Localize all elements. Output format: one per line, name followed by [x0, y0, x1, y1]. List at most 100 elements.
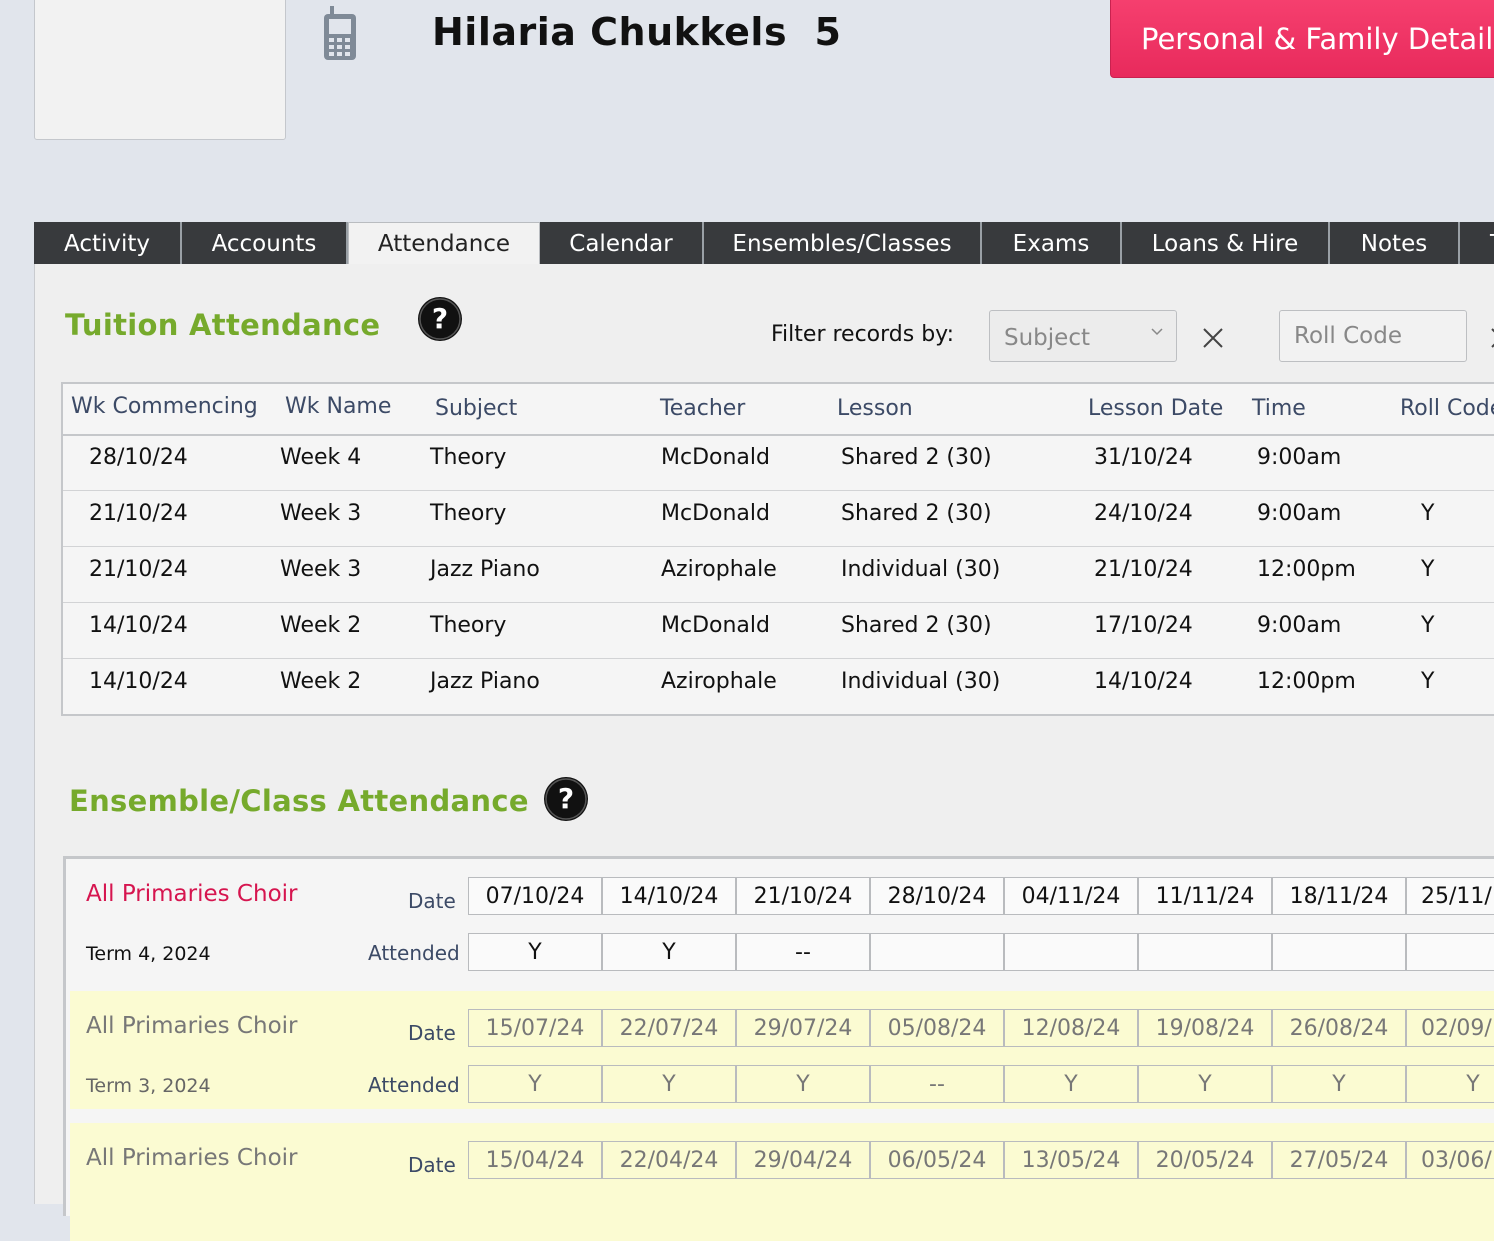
cell-time: 9:00am: [1257, 445, 1342, 470]
cell-time: 12:00pm: [1257, 669, 1356, 694]
attended-cell: Y: [468, 1065, 602, 1103]
date-cell: 05/08/24: [870, 1009, 1004, 1047]
date-cell: 02/09/: [1406, 1009, 1494, 1047]
ensemble-record[interactable]: All Primaries Choir Date 15/04/24 22/04/…: [70, 1123, 1494, 1241]
date-cell: 18/11/24: [1272, 877, 1406, 915]
date-cell: 13/05/24: [1004, 1141, 1138, 1179]
tab-notes[interactable]: Notes: [1330, 222, 1460, 264]
personal-family-details-button[interactable]: Personal & Family Details: [1110, 0, 1494, 78]
clear-roll-code-filter-icon[interactable]: [1489, 326, 1494, 350]
cell-lesson: Shared 2 (30): [841, 613, 992, 638]
ensemble-attendance-title: Ensemble/Class Attendance: [69, 784, 529, 818]
table-row[interactable]: 14/10/24 Week 2 Jazz Piano Azirophale In…: [63, 658, 1494, 714]
attended-cell: Y: [1406, 1065, 1494, 1103]
table-row[interactable]: 21/10/24 Week 3 Jazz Piano Azirophale In…: [63, 546, 1494, 603]
column-header-time[interactable]: Time: [1252, 396, 1306, 421]
date-cell: 26/08/24: [1272, 1009, 1406, 1047]
date-cell: 07/10/24: [468, 877, 602, 915]
cell-lesson-date: 31/10/24: [1094, 445, 1193, 470]
ensemble-name[interactable]: All Primaries Choir: [86, 881, 297, 907]
ensemble-record[interactable]: All Primaries Choir Term 4, 2024 Date At…: [70, 859, 1494, 977]
date-cell: 27/05/24: [1272, 1141, 1406, 1179]
cell-roll-code: Y: [1421, 613, 1435, 638]
attended-cell: [1004, 933, 1138, 971]
ensemble-attendance-list: All Primaries Choir Term 4, 2024 Date At…: [63, 856, 1494, 1241]
tuition-attendance-table: Wk Commencing Wk Name Subject Teacher Le…: [61, 382, 1494, 716]
column-header-wk-name[interactable]: Wk Name: [285, 394, 391, 419]
clear-subject-filter-icon[interactable]: [1201, 326, 1225, 350]
attended-cell: [1138, 933, 1272, 971]
cell-wk-commencing: 21/10/24: [89, 557, 188, 582]
cell-subject: Theory: [430, 613, 507, 638]
ensemble-name[interactable]: All Primaries Choir: [86, 1145, 297, 1171]
mobile-phone-icon: [324, 6, 356, 60]
roll-code-filter-input[interactable]: [1279, 310, 1467, 362]
tab-truncated[interactable]: T: [1460, 222, 1494, 264]
tab-attendance[interactable]: Attendance: [348, 222, 540, 266]
date-cell: 12/08/24: [1004, 1009, 1138, 1047]
date-cell: 22/04/24: [602, 1141, 736, 1179]
ensemble-term: Term 4, 2024: [86, 943, 211, 965]
date-cell: 15/04/24: [468, 1141, 602, 1179]
date-cell: 04/11/24: [1004, 877, 1138, 915]
cell-wk-commencing: 14/10/24: [89, 669, 188, 694]
cell-lesson-date: 17/10/24: [1094, 613, 1193, 638]
tab-activity[interactable]: Activity: [34, 222, 182, 264]
cell-lesson-date: 21/10/24: [1094, 557, 1193, 582]
table-row[interactable]: 14/10/24 Week 2 Theory McDonald Shared 2…: [63, 602, 1494, 659]
attended-cell: --: [870, 1065, 1004, 1103]
ensemble-record[interactable]: All Primaries Choir Term 3, 2024 Date At…: [70, 991, 1494, 1109]
help-icon[interactable]: ?: [417, 296, 463, 342]
cell-lesson-date: 24/10/24: [1094, 501, 1193, 526]
cell-subject: Theory: [430, 501, 507, 526]
table-row[interactable]: 21/10/24 Week 3 Theory McDonald Shared 2…: [63, 490, 1494, 547]
date-cell: 29/04/24: [736, 1141, 870, 1179]
tab-bar: Activity Accounts Attendance Calendar En…: [34, 222, 1494, 266]
attendance-panel: Tuition Attendance ? Filter records by: …: [34, 264, 1494, 1241]
cell-time: 9:00am: [1257, 501, 1342, 526]
attended-cell: Y: [1004, 1065, 1138, 1103]
date-row-label: Date: [408, 1153, 456, 1177]
tab-ensembles-classes[interactable]: Ensembles/Classes: [704, 222, 982, 264]
cell-wk-name: Week 2: [280, 613, 362, 638]
cell-teacher: McDonald: [661, 501, 770, 526]
cell-teacher: McDonald: [661, 445, 770, 470]
date-cell: 03/06/: [1406, 1141, 1494, 1179]
date-cell: 20/05/24: [1138, 1141, 1272, 1179]
tab-accounts[interactable]: Accounts: [182, 222, 348, 264]
date-cell: 11/11/24: [1138, 877, 1272, 915]
attended-cell: Y: [1272, 1065, 1406, 1103]
cell-lesson: Individual (30): [841, 557, 1001, 582]
column-header-teacher[interactable]: Teacher: [660, 396, 745, 421]
attended-cell: Y: [468, 933, 602, 971]
subject-filter-select[interactable]: Subject: [989, 310, 1177, 362]
cell-lesson: Shared 2 (30): [841, 501, 992, 526]
svg-text:?: ?: [558, 782, 574, 815]
column-header-subject[interactable]: Subject: [435, 396, 517, 421]
tuition-attendance-title: Tuition Attendance: [65, 308, 381, 342]
cell-roll-code: Y: [1421, 669, 1435, 694]
column-header-lesson-date[interactable]: Lesson Date: [1088, 396, 1223, 421]
date-row-label: Date: [408, 1021, 456, 1045]
cell-lesson: Shared 2 (30): [841, 445, 992, 470]
student-photo[interactable]: [34, 0, 286, 140]
tab-exams[interactable]: Exams: [982, 222, 1122, 264]
tab-loans-hire[interactable]: Loans & Hire: [1122, 222, 1330, 264]
column-header-lesson[interactable]: Lesson: [837, 396, 913, 421]
attended-row-label: Attended: [368, 941, 460, 965]
ensemble-term: Term 3, 2024: [86, 1075, 211, 1097]
table-row[interactable]: 28/10/24 Week 4 Theory McDonald Shared 2…: [63, 434, 1494, 491]
cell-wk-commencing: 28/10/24: [89, 445, 188, 470]
date-cell: 25/11/: [1406, 877, 1494, 915]
column-header-roll-code[interactable]: Roll Code: [1400, 396, 1494, 421]
cell-subject: Theory: [430, 445, 507, 470]
help-icon[interactable]: ?: [543, 776, 589, 822]
cell-time: 12:00pm: [1257, 557, 1356, 582]
cell-roll-code: Y: [1421, 557, 1435, 582]
attended-cell: Y: [602, 1065, 736, 1103]
column-header-wk-commencing[interactable]: Wk Commencing: [71, 394, 258, 419]
ensemble-name[interactable]: All Primaries Choir: [86, 1013, 297, 1039]
attended-cell: [870, 933, 1004, 971]
tab-calendar[interactable]: Calendar: [540, 222, 704, 264]
date-cell: 29/07/24: [736, 1009, 870, 1047]
